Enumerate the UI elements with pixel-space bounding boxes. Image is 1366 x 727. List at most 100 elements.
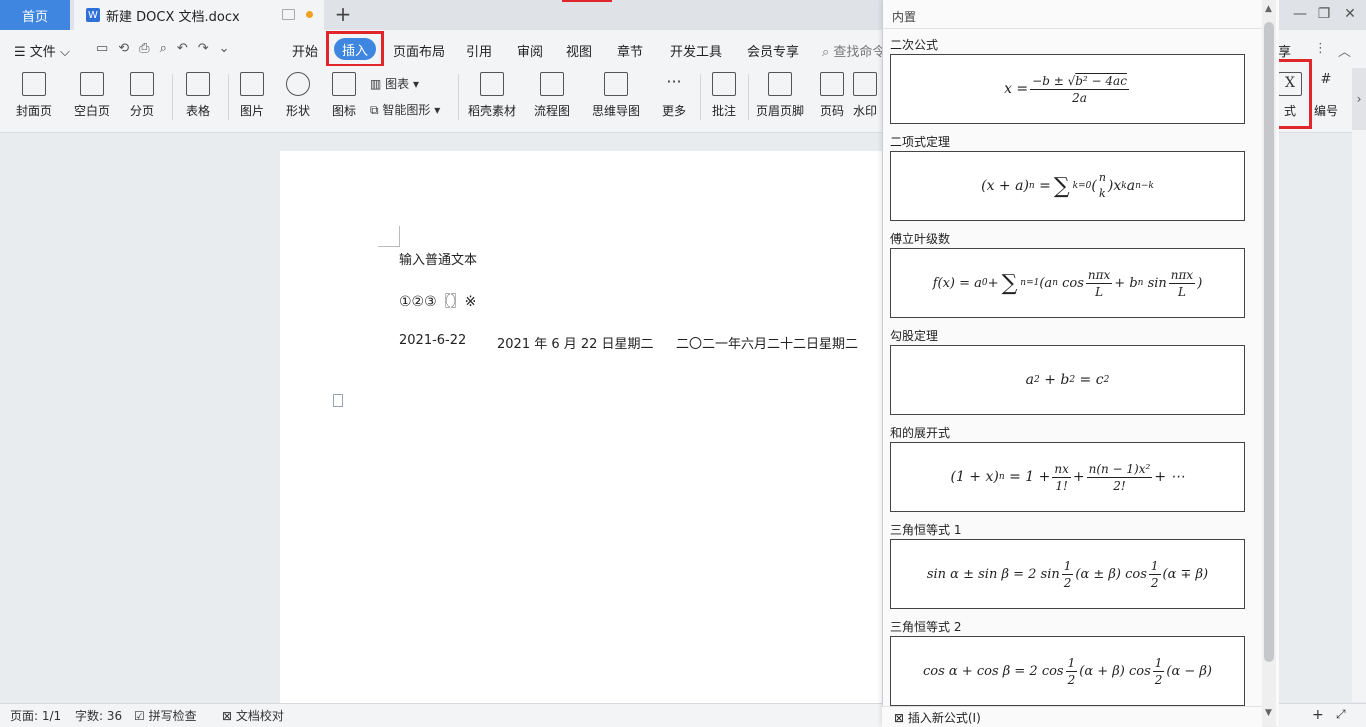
docer-material-label: 稻壳素材 [467,104,516,118]
watermark-icon [853,72,877,96]
mindmap-icon [604,72,628,96]
page-count[interactable]: 页面: 1/1 [10,707,61,724]
minimize-icon[interactable]: — [1292,6,1308,22]
picture-icon [240,72,264,96]
chart-label: 图表 [385,77,410,91]
numbering-button[interactable]: # 编号 [1306,72,1346,119]
mindmap-button[interactable]: 思维导图 [588,72,644,119]
panel-divider [882,28,1262,29]
smartart-button[interactable]: ⧉ 智能图形 ▾ [370,101,440,118]
ribbon-scroll-right-icon[interactable]: › [1352,68,1366,130]
command-search-label: 查找命令 [833,45,886,60]
chart-button[interactable]: ▥ 图表 ▾ [370,75,419,92]
more-label: 更多 [661,104,686,118]
blank-page-label: 空白页 [73,104,110,118]
home-tab[interactable]: 首页 [0,0,70,30]
document-tab-title: 新建 DOCX 文档.docx [106,9,240,25]
formula-title-expansion: 和的展开式 [890,426,951,440]
docer-material-button[interactable]: 稻壳素材 [464,72,520,119]
table-label: 表格 [185,104,210,118]
docer-material-icon [480,72,504,96]
word-count[interactable]: 字数: 36 [75,707,122,724]
tab-page-layout[interactable]: 页面布局 [393,41,445,60]
panel-header: 内置 [892,10,917,24]
doc-date-3[interactable]: 二〇二一年六月二十二日星期二 [676,333,858,352]
shape-label: 形状 [285,104,310,118]
tab-view[interactable]: 视图 [566,41,592,60]
doc-date-1[interactable]: 2021-6-22 [399,333,466,348]
header-footer-icon [768,72,792,96]
page-number-label: 页码 [819,104,844,118]
formula-trig-identity-2[interactable]: cos α + cos β = 2 cos 1 2 (α + β) cos 1 2 (α −… [890,636,1245,706]
page-break-button[interactable]: 分页 [114,72,170,119]
tab-member[interactable]: 会员专享 [747,41,799,60]
icon-label: 图标 [331,104,356,118]
document-scrollbar[interactable] [1352,132,1366,702]
header-footer-button[interactable]: 页眉页脚 [752,72,808,119]
collapse-ribbon-icon[interactable]: ︿ [1338,41,1351,60]
fullscreen-icon[interactable]: ⤢ [1336,707,1346,722]
smartart-label: 智能图形 [382,103,431,117]
file-menu[interactable]: ☰ 文件 ⌵ [14,41,70,60]
scroll-down-icon[interactable]: ▼ [1265,708,1272,718]
margin-mark [378,246,400,247]
icon-button[interactable]: 图标 [316,72,372,119]
new-tab-button[interactable]: + [332,2,354,26]
monitor-icon[interactable] [282,9,295,20]
cover-page-icon [22,72,46,96]
numbering-label: 编号 [1313,104,1338,118]
icons-icon [332,72,356,96]
more-button[interactable]: ··· 更多 [646,72,702,119]
shape-icon [286,72,310,96]
formula-fourier[interactable]: f(x) = a0 + ∑ n=1 (a n cos nπx L + bn sin nπx… [890,248,1245,318]
proofread-button[interactable]: ⊠ 文档校对 [222,707,284,724]
quick-access-toolbar[interactable]: ▭⟲⎙⌕↶↷⌄ [96,41,240,56]
page-break-label: 分页 [129,104,154,118]
tab-developer[interactable]: 开发工具 [670,41,722,60]
formula-trig-identity-1[interactable]: sin α ± sin β = 2 sin 1 2 (α ± β) cos 1 2 (α ∓… [890,539,1245,609]
cover-page-button[interactable]: 封面页 [6,72,62,119]
document-page[interactable] [280,151,882,711]
formula-binomial[interactable]: (x + a) n = ∑ k=0 (n k)x k a n−k [890,151,1245,221]
spell-check-button[interactable]: ☑ 拼写检查 [134,707,197,724]
document-tab[interactable]: W 新建 DOCX 文档.docx [74,0,324,30]
panel-scrollbar-thumb[interactable] [1264,22,1274,662]
formula-quadratic[interactable]: x = −b ± √b² − 4ac 2a [890,54,1245,124]
comment-button[interactable]: 批注 [696,72,752,119]
doc-text-line[interactable]: 输入普通文本 [399,249,477,268]
tab-references[interactable]: 引用 [466,41,492,60]
insert-new-formula-button[interactable]: ⊠ 插入新公式(I) [894,709,981,726]
share-button[interactable]: 享 [1278,41,1291,60]
formula-sum-expansion[interactable]: (1 + x) n = 1 + nx 1! + n(n − 1)x² 2! + ⋯ [890,442,1245,512]
comment-icon [712,72,736,96]
restore-icon[interactable]: ❐ [1316,6,1332,22]
tab-section[interactable]: 章节 [617,41,643,60]
paste-options-icon[interactable] [333,394,343,407]
doc-date-2[interactable]: 2021 年 6 月 22 日星期二 [497,333,654,352]
formula-title-trig2: 三角恒等式 2 [890,620,962,634]
flowchart-label: 流程图 [533,104,570,118]
flowchart-icon [540,72,564,96]
page-break-icon [130,72,154,96]
more-icon[interactable]: ⋮ [1314,41,1327,56]
blank-page-button[interactable]: 空白页 [64,72,120,119]
table-button[interactable]: 表格 [170,72,226,119]
tab-review[interactable]: 审阅 [517,41,543,60]
watermark-button[interactable]: 水印 [848,72,882,119]
watermark-label: 水印 [852,104,877,118]
zoom-in-icon[interactable]: + [1312,707,1324,723]
flowchart-button[interactable]: 流程图 [524,72,580,119]
formula-title-trig1: 三角恒等式 1 [890,523,962,537]
ribbon-divider [458,74,459,120]
accent-line [562,0,612,2]
formula-title-quadratic: 二次公式 [890,38,939,52]
tab-start[interactable]: 开始 [292,41,318,60]
command-search[interactable]: ⌕ 查找命令 [822,41,885,60]
scroll-up-icon[interactable]: ▲ [1265,4,1272,14]
formula-pythagorean[interactable]: a2 + b2 = c2 [890,345,1245,415]
ribbon-divider [748,74,749,120]
numbering-icon: # [1320,72,1332,87]
file-menu-label: 文件 [29,45,56,60]
doc-symbols-line[interactable]: ①②③〖〗※ [399,291,476,311]
close-icon[interactable]: ✕ [1342,6,1358,22]
